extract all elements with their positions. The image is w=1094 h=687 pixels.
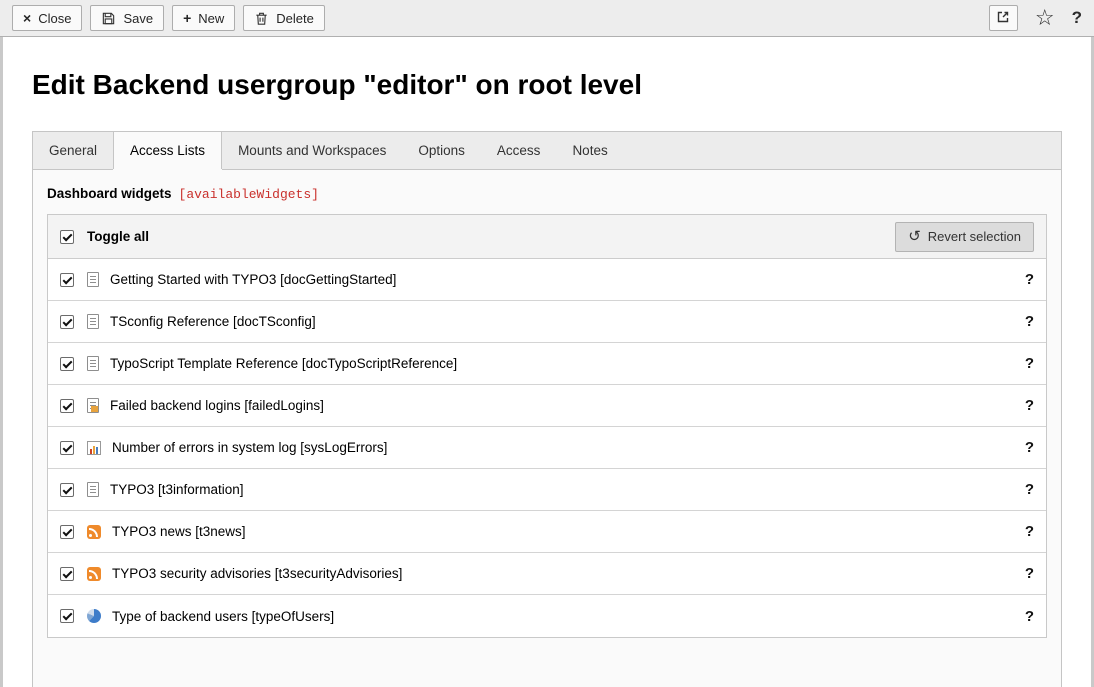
revert-selection-button[interactable]: ↺ Revert selection [895,222,1034,252]
row-checkbox[interactable] [60,357,74,371]
list-item: TYPO3 news [t3news] ? [48,511,1046,553]
row-help-icon[interactable]: ? [1025,355,1034,372]
widget-label: TYPO3 news [t3news] [112,524,246,539]
section-head: Dashboard widgets [availableWidgets] [47,186,1047,202]
row-help-icon[interactable]: ? [1025,271,1034,288]
widget-label: TSconfig Reference [docTSconfig] [110,314,316,329]
toggle-all-checkbox[interactable] [60,230,74,244]
tab-mounts-and-workspaces[interactable]: Mounts and Workspaces [222,132,402,169]
widget-label: TYPO3 security advisories [t3securityAdv… [112,566,402,581]
revert-icon: ↺ [908,229,921,244]
new-button[interactable]: + New [172,5,235,31]
document-icon [87,356,99,371]
row-help-icon[interactable]: ? [1025,481,1034,498]
list-item: TSconfig Reference [docTSconfig] ? [48,301,1046,343]
open-in-new-window-button[interactable] [989,5,1018,31]
document-icon [87,272,99,287]
plus-icon: + [183,11,191,25]
delete-button-label: Delete [276,11,314,26]
delete-button[interactable]: Delete [243,5,325,31]
save-button-label: Save [123,11,153,26]
widget-label: Getting Started with TYPO3 [docGettingSt… [110,272,396,287]
row-checkbox[interactable] [60,273,74,287]
widget-list: Toggle all ↺ Revert selection Getting St… [47,214,1047,638]
toggle-all-label: Toggle all [87,229,149,244]
row-help-icon[interactable]: ? [1025,397,1034,414]
widget-label: TypoScript Template Reference [docTypoSc… [110,356,457,371]
row-help-icon[interactable]: ? [1025,523,1034,540]
tab-options[interactable]: Options [402,132,481,169]
row-checkbox[interactable] [60,441,74,455]
tab-access[interactable]: Access [481,132,557,169]
row-help-icon[interactable]: ? [1025,565,1034,582]
document-icon [87,482,99,497]
save-floppy-icon [101,11,116,26]
widget-label: Type of backend users [typeOfUsers] [112,609,334,624]
close-button[interactable]: × Close [12,5,82,31]
list-item: Number of errors in system log [sysLogEr… [48,427,1046,469]
tab-panel-access-lists: Dashboard widgets [availableWidgets] Tog… [32,170,1062,687]
widget-label: TYPO3 [t3information] [110,482,244,497]
list-item: TypoScript Template Reference [docTypoSc… [48,343,1046,385]
page-title: Edit Backend usergroup "editor" on root … [3,37,1091,101]
list-header: Toggle all ↺ Revert selection [48,215,1046,259]
help-icon[interactable]: ? [1072,8,1082,28]
save-button[interactable]: Save [90,5,164,31]
rss-icon [87,567,101,581]
new-button-label: New [198,11,224,26]
trash-icon [254,11,269,26]
external-link-icon [995,9,1011,28]
list-item: Getting Started with TYPO3 [docGettingSt… [48,259,1046,301]
revert-selection-label: Revert selection [928,229,1021,244]
toolbar-button-group: × Close Save + New Delete [12,5,325,31]
row-help-icon[interactable]: ? [1025,608,1034,625]
row-checkbox[interactable] [60,483,74,497]
tab-access-lists[interactable]: Access Lists [113,132,222,169]
row-checkbox[interactable] [60,609,74,623]
row-checkbox[interactable] [60,315,74,329]
widget-rows: Getting Started with TYPO3 [docGettingSt… [48,259,1046,637]
list-item: Type of backend users [typeOfUsers] ? [48,595,1046,637]
section-code: [availableWidgets] [179,187,319,202]
close-icon: × [23,11,31,25]
list-item: TYPO3 security advisories [t3securityAdv… [48,553,1046,595]
row-checkbox[interactable] [60,399,74,413]
tab-general[interactable]: General [33,132,113,169]
row-help-icon[interactable]: ? [1025,439,1034,456]
log-document-icon [87,398,99,413]
section-title: Dashboard widgets [47,186,172,201]
document-icon [87,314,99,329]
docheader-toolbar: × Close Save + New Delete [0,0,1094,37]
tab-notes[interactable]: Notes [556,132,623,169]
widget-label: Number of errors in system log [sysLogEr… [112,440,387,455]
row-checkbox[interactable] [60,525,74,539]
row-checkbox[interactable] [60,567,74,581]
module-body: Edit Backend usergroup "editor" on root … [3,37,1091,687]
chart-icon [87,441,101,455]
bookmark-star-icon[interactable]: ☆ [1035,7,1055,29]
row-help-icon[interactable]: ? [1025,313,1034,330]
pie-chart-icon [87,609,101,623]
list-item: Failed backend logins [failedLogins] ? [48,385,1046,427]
toolbar-right-icons: ☆ ? [989,5,1082,31]
close-button-label: Close [38,11,71,26]
widget-label: Failed backend logins [failedLogins] [110,398,324,413]
rss-icon [87,525,101,539]
tab-bar: General Access Lists Mounts and Workspac… [32,131,1062,170]
list-item: TYPO3 [t3information] ? [48,469,1046,511]
